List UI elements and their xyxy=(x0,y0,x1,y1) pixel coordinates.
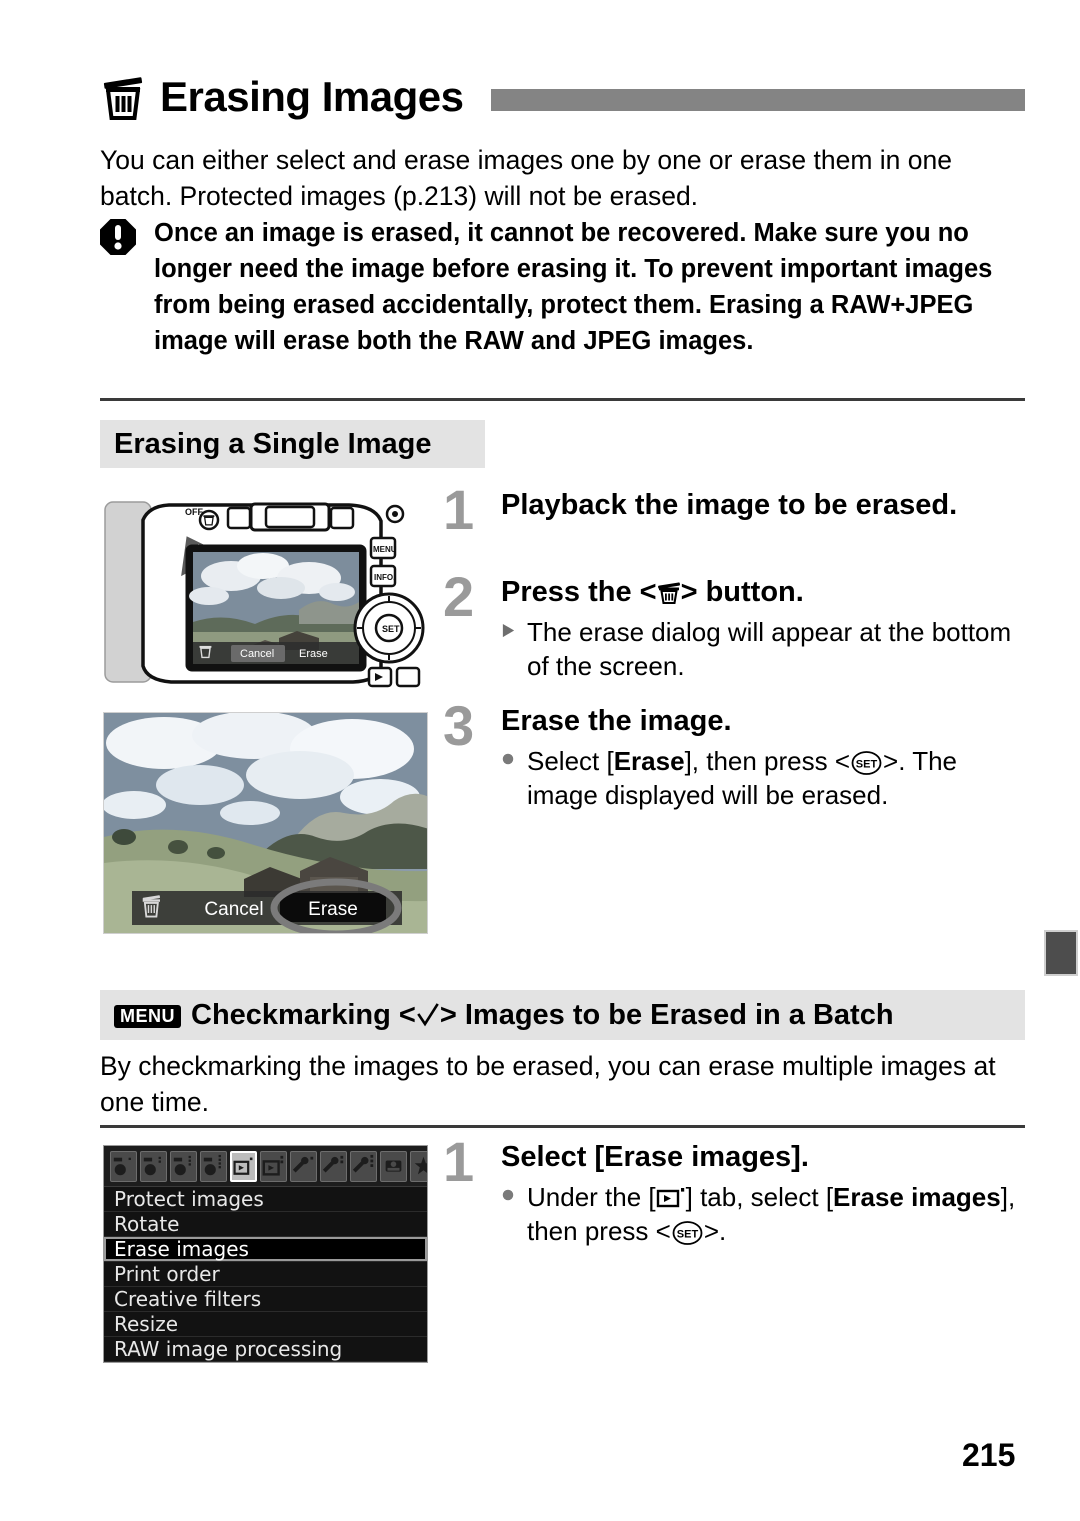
batch-intro-paragraph: By checkmarking the images to be erased,… xyxy=(100,1051,996,1117)
step-number: 1 xyxy=(443,1130,475,1193)
sub-text-part-1: Under the [ xyxy=(527,1182,656,1212)
erase-dialog-screenshot: Cancel Erase xyxy=(103,712,428,934)
step-title: Press the < > button. xyxy=(501,574,1028,610)
title-rule-bar xyxy=(491,89,1025,111)
step-number: 1 xyxy=(443,478,475,541)
step-sub-line: The erase dialog will appear at the bott… xyxy=(501,615,1028,683)
step-sub-text: Select [Erase], then press < SET >. The im… xyxy=(527,744,1028,812)
sidebar-item-camera-tab-4[interactable] xyxy=(200,1150,227,1182)
camera-back-illustration: OFF Cancel Erase MENU INFO. SET xyxy=(103,490,428,695)
set-button-icon: SET xyxy=(850,749,883,775)
page-title-row: Erasing Images xyxy=(100,66,1025,128)
subheading-erasing-single-image: Erasing a Single Image xyxy=(100,420,485,468)
heading-suffix: > Images to be Erased in a Batch xyxy=(439,998,894,1031)
trash-icon xyxy=(657,578,681,605)
camera-menu-screenshot: Protect images Rotate Erase images Print… xyxy=(103,1145,428,1363)
svg-text:INFO.: INFO. xyxy=(374,573,395,582)
list-item[interactable]: Creative filters xyxy=(104,1287,427,1312)
step-sub-text: Under the [] tab, select [Erase images],… xyxy=(527,1180,1028,1248)
subheading-checkmarking-batch: MENU Checkmarking < > Images to be Erased … xyxy=(100,990,1025,1040)
list-item[interactable]: Print order xyxy=(104,1262,427,1287)
sub-text-part-2: ] tab, select [ xyxy=(685,1182,834,1212)
list-item[interactable]: Resize xyxy=(104,1312,427,1337)
batch-step-1-select-erase-images: 1 Select [Erase images]. Under the [ ] ta… xyxy=(443,1130,1028,1248)
sidebar-item-custom-func-tab[interactable] xyxy=(380,1150,407,1182)
step-title: Select [Erase images]. xyxy=(501,1141,809,1173)
set-button-icon: SET xyxy=(671,1219,704,1245)
svg-text:Cancel: Cancel xyxy=(240,648,274,660)
heading-prefix: Checkmarking < xyxy=(191,998,416,1031)
sidebar-item-playback-tab-1[interactable] xyxy=(230,1150,257,1182)
dot-bullet-icon xyxy=(501,744,527,812)
trash-icon xyxy=(100,73,146,121)
warning-text: Once an image is erased, it cannot be re… xyxy=(154,219,993,355)
step-2-press-erase-button: 2 Press the < > button. The erase dialog … xyxy=(443,565,1028,683)
sidebar-item-camera-tab-3[interactable] xyxy=(170,1150,197,1182)
step-title-suffix: > button. xyxy=(680,576,804,608)
sidebar-item-setup-tab-1[interactable] xyxy=(290,1150,317,1182)
triangle-bullet-icon xyxy=(501,615,527,683)
svg-text:MENU: MENU xyxy=(373,545,397,554)
step-sub-line: Select [Erase], then press < SET >. The im… xyxy=(501,744,1028,812)
step-title-prefix: Press the < xyxy=(501,576,657,608)
svg-text:Cancel: Cancel xyxy=(204,899,263,920)
svg-text:SET: SET xyxy=(677,1229,699,1241)
step-number: 3 xyxy=(443,694,475,757)
page-edge-tab-marker xyxy=(1044,930,1078,976)
sub-text-part-4: >. xyxy=(703,1216,727,1246)
section-divider-2 xyxy=(100,1125,1025,1128)
erase-images-menu-label: Erase images xyxy=(833,1182,1001,1212)
list-item[interactable]: Protect images xyxy=(104,1187,427,1212)
menu-item-list: Protect images Rotate Erase images Print… xyxy=(104,1187,427,1362)
step-sub-text: The erase dialog will appear at the bott… xyxy=(527,617,1012,681)
page-number: 215 xyxy=(962,1437,1016,1473)
menu-tab-strip[interactable] xyxy=(104,1146,427,1187)
step-title: Erase the image. xyxy=(501,705,732,737)
svg-text:Erase: Erase xyxy=(308,899,358,920)
sidebar-item-setup-tab-2[interactable] xyxy=(320,1150,347,1182)
step-title: Playback the image to be erased. xyxy=(501,489,958,521)
svg-text:SET: SET xyxy=(382,624,400,634)
intro-paragraph: You can either select and erase images o… xyxy=(100,145,952,211)
list-item[interactable]: RAW image processing xyxy=(104,1337,427,1362)
checkmark-icon xyxy=(416,1002,440,1028)
sidebar-item-playback-tab-2[interactable] xyxy=(260,1150,287,1182)
step-3-erase-the-image: 3 Erase the image. Select [Erase], then … xyxy=(443,694,1028,812)
playback-tab-icon xyxy=(656,1183,686,1208)
step-number: 2 xyxy=(443,565,475,628)
step-1-playback: 1 Playback the image to be erased. xyxy=(443,478,1028,541)
svg-text:Erase: Erase xyxy=(299,648,328,660)
warning-exclamation-icon xyxy=(100,219,136,255)
step-sub-line: Under the [] tab, select [Erase images],… xyxy=(501,1180,1028,1248)
svg-text:SET: SET xyxy=(856,759,878,771)
page-title: Erasing Images xyxy=(160,73,464,120)
dot-bullet-icon xyxy=(501,1180,527,1248)
sub-text-part-2: ], then press < xyxy=(684,746,851,776)
list-item-erase-images[interactable]: Erase images xyxy=(104,1237,427,1262)
sidebar-item-camera-tab-1[interactable] xyxy=(110,1150,137,1182)
sidebar-item-my-menu-tab[interactable] xyxy=(410,1150,427,1182)
sidebar-item-setup-tab-3[interactable] xyxy=(350,1150,377,1182)
list-item[interactable]: Rotate xyxy=(104,1212,427,1237)
sub-text-part-1: Select [ xyxy=(527,746,614,776)
subheading-label: MENU Checkmarking < > Images to be Erased … xyxy=(114,999,894,1032)
manual-page: Erasing Images You can either select and… xyxy=(0,0,1080,1521)
subheading-label: Erasing a Single Image xyxy=(114,427,432,460)
warning-block: Once an image is erased, it cannot be re… xyxy=(100,215,1030,359)
section-divider-1 xyxy=(100,398,1025,401)
menu-button-icon: MENU xyxy=(114,1004,181,1028)
erase-menu-label: Erase xyxy=(613,746,685,776)
sidebar-item-camera-tab-2[interactable] xyxy=(140,1150,167,1182)
